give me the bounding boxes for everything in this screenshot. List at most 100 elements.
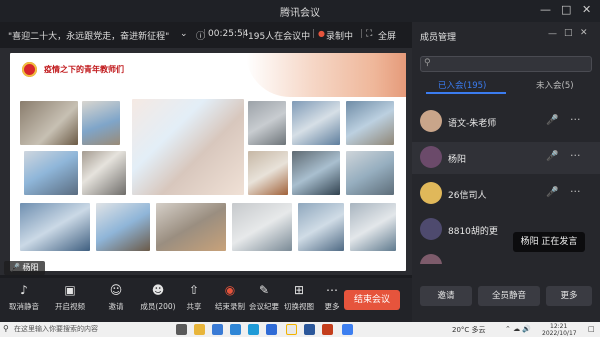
member-name: 语文-朱老师 (448, 119, 497, 129)
photo (82, 151, 126, 195)
tencent-meeting-running-icon[interactable] (342, 324, 353, 335)
photo (292, 151, 340, 195)
record-dot-icon: ● (318, 29, 325, 38)
search-icon[interactable]: ⚲ (3, 324, 9, 333)
photo (248, 101, 286, 145)
more-icon: ⋯ (326, 283, 338, 297)
photo (346, 101, 394, 145)
members-icon: ☻ (151, 283, 165, 297)
tab-joined[interactable]: 已入会(195) (438, 79, 486, 91)
fullscreen-icon[interactable]: ⛶ (366, 29, 372, 39)
participant-count[interactable]: 195人在会议中 (248, 29, 310, 42)
invite-icon: ☺ (109, 283, 123, 297)
notification-icon[interactable]: □ (588, 325, 595, 333)
photo (156, 203, 226, 251)
minimize-icon[interactable]: — (540, 3, 551, 17)
fullscreen-label[interactable]: 全屏 (378, 29, 396, 42)
stop-recording-button[interactable]: ◉ 结束录制 (212, 282, 248, 312)
mute-all-button[interactable]: 全员静音 (478, 286, 540, 306)
member-row[interactable]: 语文-朱老师 🎤 ··· (412, 106, 600, 138)
store-icon[interactable] (212, 324, 223, 335)
invite-button[interactable]: ☺ 邀请 (98, 282, 134, 312)
minimize-icon[interactable]: — (548, 29, 557, 39)
invite-button[interactable]: 邀请 (420, 286, 472, 306)
task-view-icon[interactable] (176, 324, 187, 335)
panel-title: 成员管理 (420, 33, 457, 43)
avatar (420, 182, 442, 204)
camera-icon: ▣ (64, 283, 76, 297)
meeting-topic[interactable]: "喜迎二十大，永远跟党走，奋进新征程" (8, 29, 169, 42)
active-tab-indicator (426, 92, 506, 94)
mic-muted-icon[interactable]: 🎤 (546, 115, 558, 126)
mic-icon: ♪ (20, 283, 28, 297)
minutes-icon: ✎ (258, 283, 270, 297)
avatar (420, 110, 442, 132)
member-name: 26信司人 (448, 191, 487, 201)
meeting-minutes-button[interactable]: ✎ 会议纪要 (246, 282, 282, 312)
weather-status[interactable]: 20°C 多云 (452, 325, 486, 335)
chrome-icon[interactable] (286, 324, 297, 335)
tray-icons[interactable]: ⌃ ☁ 🔊 (505, 325, 531, 333)
word-icon[interactable] (304, 324, 315, 335)
photo (248, 151, 288, 195)
clock-date[interactable]: 2022/10/17 (542, 330, 577, 337)
start-video-button[interactable]: ▣ 开启视频 (52, 282, 88, 312)
share-button[interactable]: ⇧ 共享 (176, 282, 212, 312)
avatar (420, 146, 442, 168)
avatar (420, 254, 442, 264)
photo (82, 101, 120, 145)
app-title: 腾讯会议 (280, 8, 320, 19)
search-icon: ⚲ (424, 58, 431, 68)
more-button[interactable]: 更多 (546, 286, 592, 306)
shared-screen: 疫情之下的青年教师们 (0, 48, 412, 275)
member-row[interactable] (412, 250, 600, 264)
active-speaker-label: 🎤 杨阳 (4, 261, 45, 275)
photo (298, 203, 344, 251)
member-name: 杨阳 (448, 155, 467, 165)
tencent-meeting-icon[interactable] (266, 324, 277, 335)
title-bar: 腾讯会议 — □ ✕ (0, 0, 600, 22)
mail-icon[interactable] (230, 324, 241, 335)
file-explorer-icon[interactable] (194, 324, 205, 335)
member-row[interactable]: 26信司人 🎤 ··· (412, 178, 600, 210)
powerpoint-icon[interactable] (322, 324, 333, 335)
clock-time[interactable]: 12:21 (550, 323, 567, 330)
speaking-tooltip: 杨阳 正在发言 (513, 232, 585, 252)
photo (24, 151, 78, 195)
photo (96, 203, 150, 251)
member-panel: 成员管理 — □ ✕ ⚲ 已入会(195) 未入会(5) 语文-朱老师 🎤 ··… (412, 22, 600, 322)
close-icon[interactable]: ✕ (580, 28, 588, 38)
more-options-icon[interactable]: ··· (570, 185, 581, 198)
photo (350, 203, 396, 251)
member-search-input[interactable] (420, 56, 592, 72)
members-button[interactable]: ☻ 成员(200) (140, 282, 176, 312)
tab-not-joined[interactable]: 未入会(5) (536, 79, 574, 91)
chevron-down-icon[interactable]: ⌄ (180, 29, 188, 39)
maximize-icon[interactable]: □ (561, 3, 571, 17)
mic-icon: 🎤 (10, 263, 20, 272)
shared-slide: 疫情之下的青年教师们 (10, 53, 406, 271)
more-options-icon[interactable]: ··· (570, 149, 581, 162)
recording-status[interactable]: 录制中 (326, 29, 353, 42)
popout-icon[interactable]: □ (564, 28, 573, 38)
photo (20, 101, 78, 145)
photo (346, 151, 394, 195)
mic-muted-icon[interactable]: 🎤 (546, 187, 558, 198)
unmute-button[interactable]: ♪ 取消静音 (6, 282, 42, 312)
member-row[interactable]: 杨阳 🎤 ··· (412, 142, 600, 174)
avatar (420, 218, 442, 240)
photo (20, 203, 90, 251)
more-options-icon[interactable]: ··· (570, 113, 581, 126)
photo-collage-heart (132, 99, 244, 195)
switch-view-button[interactable]: ⊞ 切换视图 (281, 282, 317, 312)
close-icon[interactable]: ✕ (582, 3, 591, 17)
end-meeting-button[interactable]: 结束会议 (344, 290, 400, 310)
taskbar: ⚲ 在这里输入你要搜索的内容 20°C 多云 ⌃ ☁ 🔊 12:21 2022/… (0, 322, 600, 337)
photo (292, 101, 340, 145)
share-icon: ⇧ (188, 283, 200, 297)
slide-decoration (246, 53, 406, 97)
taskbar-search[interactable]: 在这里输入你要搜索的内容 (14, 324, 98, 334)
edge-icon[interactable] (248, 324, 259, 335)
party-emblem-icon (22, 62, 37, 77)
mic-muted-icon[interactable]: 🎤 (546, 151, 558, 162)
